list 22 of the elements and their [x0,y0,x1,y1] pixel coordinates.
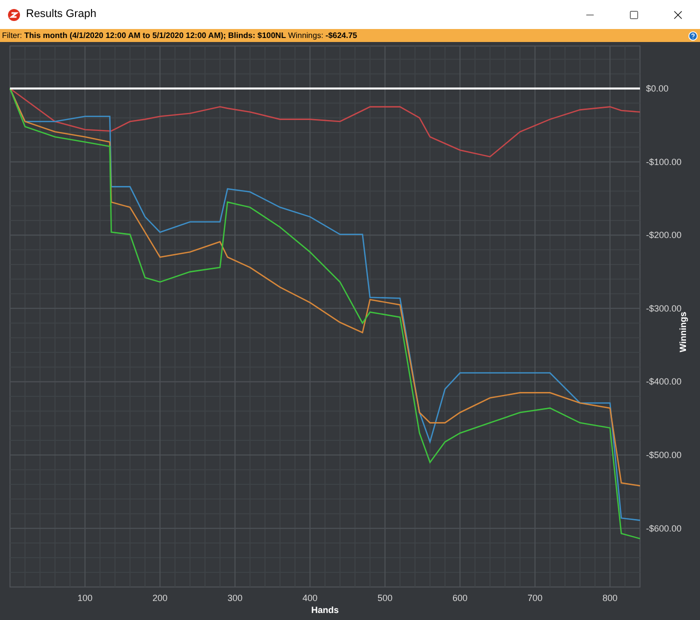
y-tick-label: -$400.00 [646,376,682,387]
x-tick-label: 300 [227,593,243,603]
x-tick-label: 400 [302,593,318,603]
help-icon[interactable] [688,30,698,40]
y-axis-title: Winnings [678,312,688,352]
x-tick-label: 500 [377,593,393,603]
y-tick-label: $0.00 [646,84,669,94]
x-tick-label: 100 [77,593,93,603]
y-tick-label: -$500.00 [646,450,682,460]
y-tick-label: -$300.00 [646,303,682,314]
x-tick-label: 200 [152,593,168,603]
x-tick-label: 600 [452,593,468,603]
app-logo-icon [8,8,20,20]
x-tick-label: 800 [602,593,618,603]
y-tick-label: -$100.00 [646,156,682,167]
window-title: Results Graph [26,7,96,22]
y-tick-label: -$600.00 [646,523,682,534]
x-axis-title: Hands [311,605,339,615]
filter-text: Filter: This month (4/1/2020 12:00 AM to 5/1/2020 12:00 AM); Blinds: $100NL Winnings: -$624.75 [2,32,358,40]
maximize-icon [629,10,639,20]
x-tick-label: 700 [527,593,543,603]
y-tick-label: -$200.00 [646,230,682,240]
